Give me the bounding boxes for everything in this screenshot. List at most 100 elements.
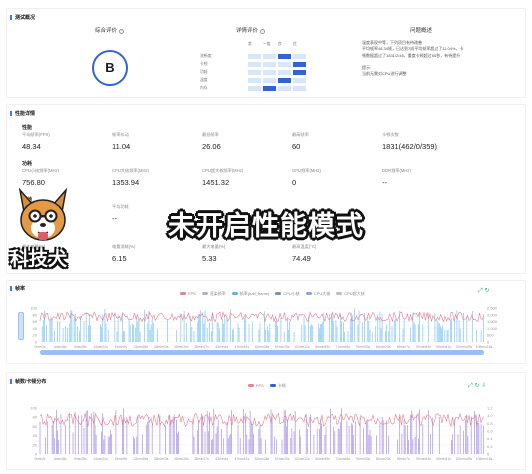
metric-label: 电量消耗(%) — [112, 244, 136, 249]
x-tick-label: 71min46s — [335, 457, 350, 461]
x-tick-label: 14min22s — [93, 457, 108, 461]
help-icon[interactable]: ? — [119, 29, 125, 34]
fps-chart-legend: FPS 渲染帧率 帧率(half_frame) CPU小核 CPU大核 CPU超大核 — [180, 291, 371, 297]
grade-badge: B — [92, 50, 128, 86]
rating-cell — [263, 54, 276, 59]
metric-label: CPU超大核频率(MHz) — [202, 168, 244, 173]
x-tick-label: 0min2s — [35, 345, 46, 349]
legend-swatch — [336, 292, 343, 295]
rating-cell — [278, 78, 291, 83]
rating-cell — [278, 54, 291, 59]
metric-label: 最高帧率 — [292, 132, 309, 137]
zoom-handle[interactable] — [18, 312, 24, 340]
x-tick-label: 100min28s — [456, 457, 473, 461]
fps-chart: 1008060402002,5002,0001,5001,00050000min… — [30, 306, 498, 350]
x-tick-label: 71min46s — [335, 345, 350, 349]
y-tick-label: 40 — [33, 433, 38, 438]
y2-tick-label: 0 — [487, 452, 490, 457]
rating-cell — [278, 62, 291, 67]
legend-label: CPU大核 — [313, 291, 331, 296]
x-tick-label: 9min35s — [74, 345, 87, 349]
fps-chart-scrollbar[interactable] — [40, 350, 484, 355]
legend-item[interactable]: 帧率(half_frame) — [231, 291, 269, 296]
y-tick-label: 0 — [35, 340, 38, 345]
legend-swatch — [305, 292, 312, 295]
metric-label: 最低帧率 — [202, 132, 219, 137]
x-tick-label: 52min38s — [255, 457, 270, 461]
x-tick-label: 66min59s — [315, 457, 330, 461]
rating-cell — [263, 70, 276, 75]
x-tick-label: 86min7s — [397, 457, 410, 461]
jank-chart-legend: FPS 卡顿 — [248, 383, 292, 389]
metric-label: CPU小核频率(MHz) — [22, 168, 59, 173]
rating-cell — [293, 86, 306, 91]
legend-swatch — [248, 384, 254, 387]
y2-tick-label: 0.6 — [487, 429, 493, 434]
legend-item[interactable]: FPS — [248, 383, 264, 388]
jank-chart: 1008060402001.21.00.80.60.40.200min2s 4mi… — [30, 406, 493, 462]
y-tick-label: 80 — [33, 312, 38, 317]
x-tick-label: 81min20s — [376, 457, 391, 461]
y-tick-label: 100 — [30, 306, 37, 311]
x-tick-label: 100min28s — [456, 345, 473, 349]
performance-card — [6, 104, 526, 274]
rating-row-label: 温度 — [200, 78, 208, 82]
watermark-text: 科技犬 — [10, 249, 68, 270]
x-tick-label: 43min4s — [215, 457, 228, 461]
y2-tick-label: 0.2 — [487, 444, 493, 449]
x-tick-label: 28min43s — [154, 457, 169, 461]
refresh-icon[interactable]: ↻ — [474, 383, 479, 389]
download-icon[interactable]: ⇩ — [481, 383, 486, 389]
rating-row: 温度 — [200, 78, 310, 84]
metric-value: 11.04 — [112, 142, 131, 151]
refresh-icon[interactable]: ↻ — [484, 288, 489, 294]
rating-row-label: 内存 — [200, 86, 208, 90]
metric-value: 6.15 — [112, 254, 127, 263]
legend-item[interactable]: CPU小核 — [275, 291, 300, 296]
rating-cell — [263, 62, 276, 67]
zoom-icon[interactable]: ⤢ — [478, 288, 483, 294]
y2-tick-label: 1.0 — [487, 413, 493, 418]
overall-label: 综合评价? — [95, 26, 125, 34]
y-tick-label: 60 — [33, 424, 38, 429]
rating-cell — [293, 70, 306, 75]
y-tick-label: 40 — [33, 326, 38, 331]
legend-item[interactable]: 渲染帧率 — [201, 291, 226, 296]
scrollbar-thumb[interactable] — [40, 350, 484, 355]
metric-value: 1451.32 — [202, 178, 230, 187]
rating-scale-label: 良 — [278, 42, 282, 46]
legend-item[interactable]: FPS — [180, 291, 196, 296]
rating-row: 内存 — [200, 86, 310, 92]
y-tick-label: 100 — [30, 406, 37, 411]
rating-cell — [263, 86, 276, 91]
metric-label: DDR频率(MHz) — [382, 168, 411, 173]
zoom-icon[interactable]: ⤢ — [468, 383, 473, 389]
y-tick-label: 60 — [33, 319, 38, 324]
help-icon[interactable]: ? — [260, 29, 266, 34]
y-tick-label: 0 — [35, 452, 38, 457]
x-tick-label: 4min48s — [54, 345, 67, 349]
legend-item[interactable]: 卡顿 — [269, 383, 286, 388]
legend-swatch — [275, 292, 282, 295]
x-tick-label: 95min41s — [436, 345, 451, 349]
y2-tick-label: 0.4 — [487, 436, 493, 441]
rating-cell — [248, 78, 261, 83]
legend-swatch — [231, 292, 238, 295]
legend-item[interactable]: CPU超大核 — [336, 291, 365, 296]
metric-label: 最高温度(°C) — [292, 244, 317, 249]
legend-label: 渲染帧率 — [209, 291, 226, 296]
x-tick-label: 43min4s — [215, 345, 228, 349]
rating-cell — [248, 62, 261, 67]
y2-tick-label: 2,000 — [487, 312, 498, 317]
metric-value: 60 — [292, 142, 301, 151]
rating-cell — [293, 78, 306, 83]
x-tick-label: 0min2s — [35, 457, 46, 461]
metric-group-title: 功耗 — [22, 161, 33, 167]
legend-label: 卡顿 — [277, 383, 286, 388]
rating-cell — [248, 86, 261, 91]
legend-item[interactable]: CPU大核 — [305, 291, 331, 296]
y2-tick-label: 1,500 — [487, 319, 498, 324]
legend-label: FPS — [256, 383, 264, 388]
x-tick-label: 14min22s — [93, 345, 108, 349]
y-tick-label: 80 — [33, 415, 38, 420]
